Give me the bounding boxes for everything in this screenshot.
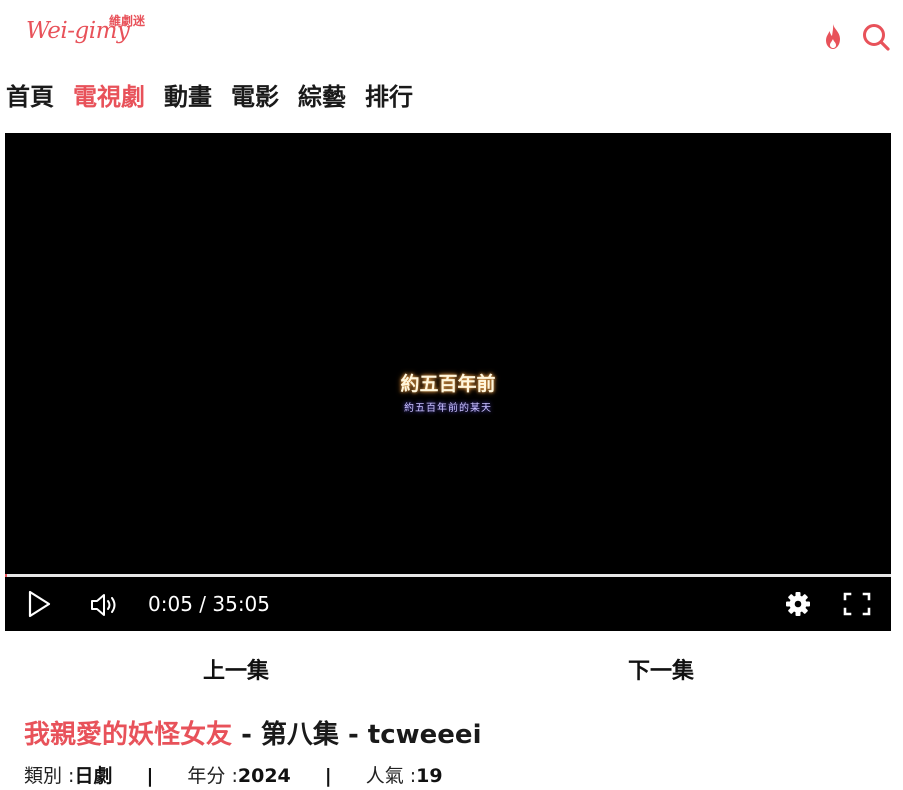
nav-item-tv-drama[interactable]: 電視劇 [73,80,145,114]
show-name-link[interactable]: 我親愛的妖怪女友 [24,720,232,750]
main-nav: 首頁 電視劇 動畫 電影 綜藝 排行 [6,80,413,114]
play-icon [28,590,51,618]
year-value: 2024 [237,765,291,787]
settings-icon [786,592,810,616]
time-display: 0:05 / 35:05 [148,592,271,616]
subtitle-secondary: 約五百年前的某天 [404,403,492,414]
episode-info: - 第八集 - tcweeei [232,720,482,750]
settings-button[interactable] [785,591,811,617]
popularity-label: 人氣 : [365,765,417,787]
nav-item-ranking[interactable]: 排行 [365,80,413,114]
nav-item-movie[interactable]: 電影 [231,80,279,114]
hot-button[interactable] [818,22,848,52]
fullscreen-button[interactable] [842,591,872,617]
prev-episode-button[interactable]: 上一集 [136,656,336,688]
video-player[interactable]: 約五百年前 約五百年前的某天 0:05 / 35:05 [5,133,891,631]
logo-cjk-text: 維劇迷 [109,14,146,28]
search-icon [863,24,890,51]
fire-icon [826,24,840,49]
site-logo[interactable]: Wei-gimy 維劇迷 [26,10,156,54]
nav-item-variety[interactable]: 綜藝 [298,80,346,114]
volume-icon [91,594,116,616]
progress-fill [5,574,8,577]
year-label: 年分 : [187,765,238,787]
meta-separator: | [324,765,332,787]
meta-separator: | [146,765,154,787]
volume-button[interactable] [89,591,121,619]
play-button[interactable] [25,589,53,619]
category-label: 類別 : [24,765,75,787]
meta-info: 類別 : 日劇 | 年分 : 2024 | 人氣 : 19 [24,762,443,790]
subtitle-main: 約五百年前 [400,373,496,395]
fullscreen-icon [843,592,871,616]
next-episode-button[interactable]: 下一集 [561,656,761,688]
progress-bar[interactable] [5,574,891,577]
video-title: 我親愛的妖怪女友 - 第八集 - tcweeei [24,716,481,754]
search-button[interactable] [860,21,892,53]
popularity-value: 19 [416,765,443,787]
category-value[interactable]: 日劇 [74,762,112,790]
nav-item-home[interactable]: 首頁 [6,80,54,114]
nav-item-anime[interactable]: 動畫 [164,80,212,114]
